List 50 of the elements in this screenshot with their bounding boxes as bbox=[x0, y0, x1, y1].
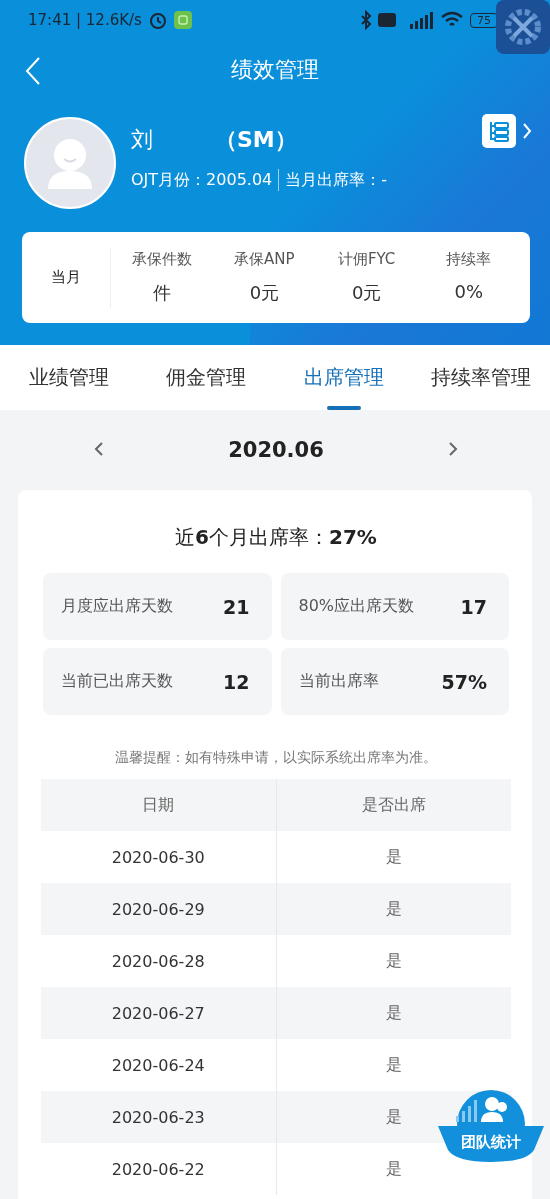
table-cell: 2020-06-29 bbox=[41, 883, 276, 935]
table-cell: 2020-06-24 bbox=[41, 1039, 276, 1091]
metric-value: 17 bbox=[460, 595, 487, 618]
tab[interactable]: 业绩管理 bbox=[0, 345, 138, 410]
tools-gear-icon[interactable] bbox=[496, 0, 550, 54]
metric-value: 57% bbox=[441, 670, 487, 693]
column-header: 日期 bbox=[41, 779, 276, 831]
period-label: 当月 bbox=[50, 268, 82, 287]
stat-label: 承保件数 bbox=[132, 250, 193, 269]
notice-text: 温馨提醒：如有特殊申请，以实际系统出席率为准。 bbox=[114, 749, 438, 767]
table-cell: 2020-06-23 bbox=[41, 1091, 276, 1143]
tab[interactable]: 佣金管理 bbox=[137, 345, 275, 410]
stat-value: 件 bbox=[153, 281, 172, 305]
chevron-right-icon bbox=[522, 122, 532, 140]
current-month: 2020.06 bbox=[228, 438, 324, 462]
stat-value: 0% bbox=[454, 281, 484, 302]
tab[interactable]: 出席管理 bbox=[275, 345, 413, 410]
table-cell: 2020-06-27 bbox=[41, 987, 276, 1039]
stat-label: 持续率 bbox=[446, 250, 492, 269]
table-cell: 2020-06-28 bbox=[41, 935, 276, 987]
bluetooth-icon bbox=[360, 10, 372, 30]
stat-label: 承保ANP bbox=[234, 250, 295, 269]
org-chart-button[interactable] bbox=[482, 114, 532, 148]
page-title: 绩效管理 bbox=[231, 56, 319, 84]
tab[interactable]: 持续率管理 bbox=[412, 345, 550, 410]
status-time: 17:41 | 12.6K/s bbox=[28, 11, 142, 29]
chevron-left-icon bbox=[94, 440, 104, 457]
stat-value: 0元 bbox=[249, 281, 280, 305]
user-name: 刘 bbox=[131, 126, 153, 154]
six-month-attendance: 近6个月出席率：27% bbox=[174, 524, 378, 551]
metric-label: 80%应出席天数 bbox=[298, 596, 415, 617]
table-cell: 2020-06-30 bbox=[41, 831, 276, 883]
alarm-icon bbox=[147, 10, 168, 30]
table-cell: 2020-06-22 bbox=[41, 1143, 276, 1195]
metric-value: 21 bbox=[223, 595, 250, 618]
stat-value: 0元 bbox=[351, 281, 382, 305]
table-cell: 是 bbox=[276, 987, 511, 1039]
org-chart-icon bbox=[482, 114, 516, 148]
stat-label: 计佣FYC bbox=[337, 250, 396, 269]
user-role: （SM） bbox=[215, 126, 297, 154]
column-header: 是否出席 bbox=[276, 779, 511, 831]
metric-value: 12 bbox=[223, 670, 250, 693]
metric-label: 月度应出席天数 bbox=[61, 596, 173, 617]
chevron-right-icon bbox=[448, 440, 458, 457]
metric-label: 当前出席率 bbox=[298, 671, 379, 692]
metric-label: 当前已出席天数 bbox=[61, 671, 173, 692]
app-notification-icon bbox=[173, 11, 192, 29]
table-cell: 是 bbox=[276, 883, 511, 935]
monthly-attendance: 当月出席率：- bbox=[285, 169, 388, 191]
ojt-month: OJT月份：2005.04 bbox=[131, 169, 273, 191]
